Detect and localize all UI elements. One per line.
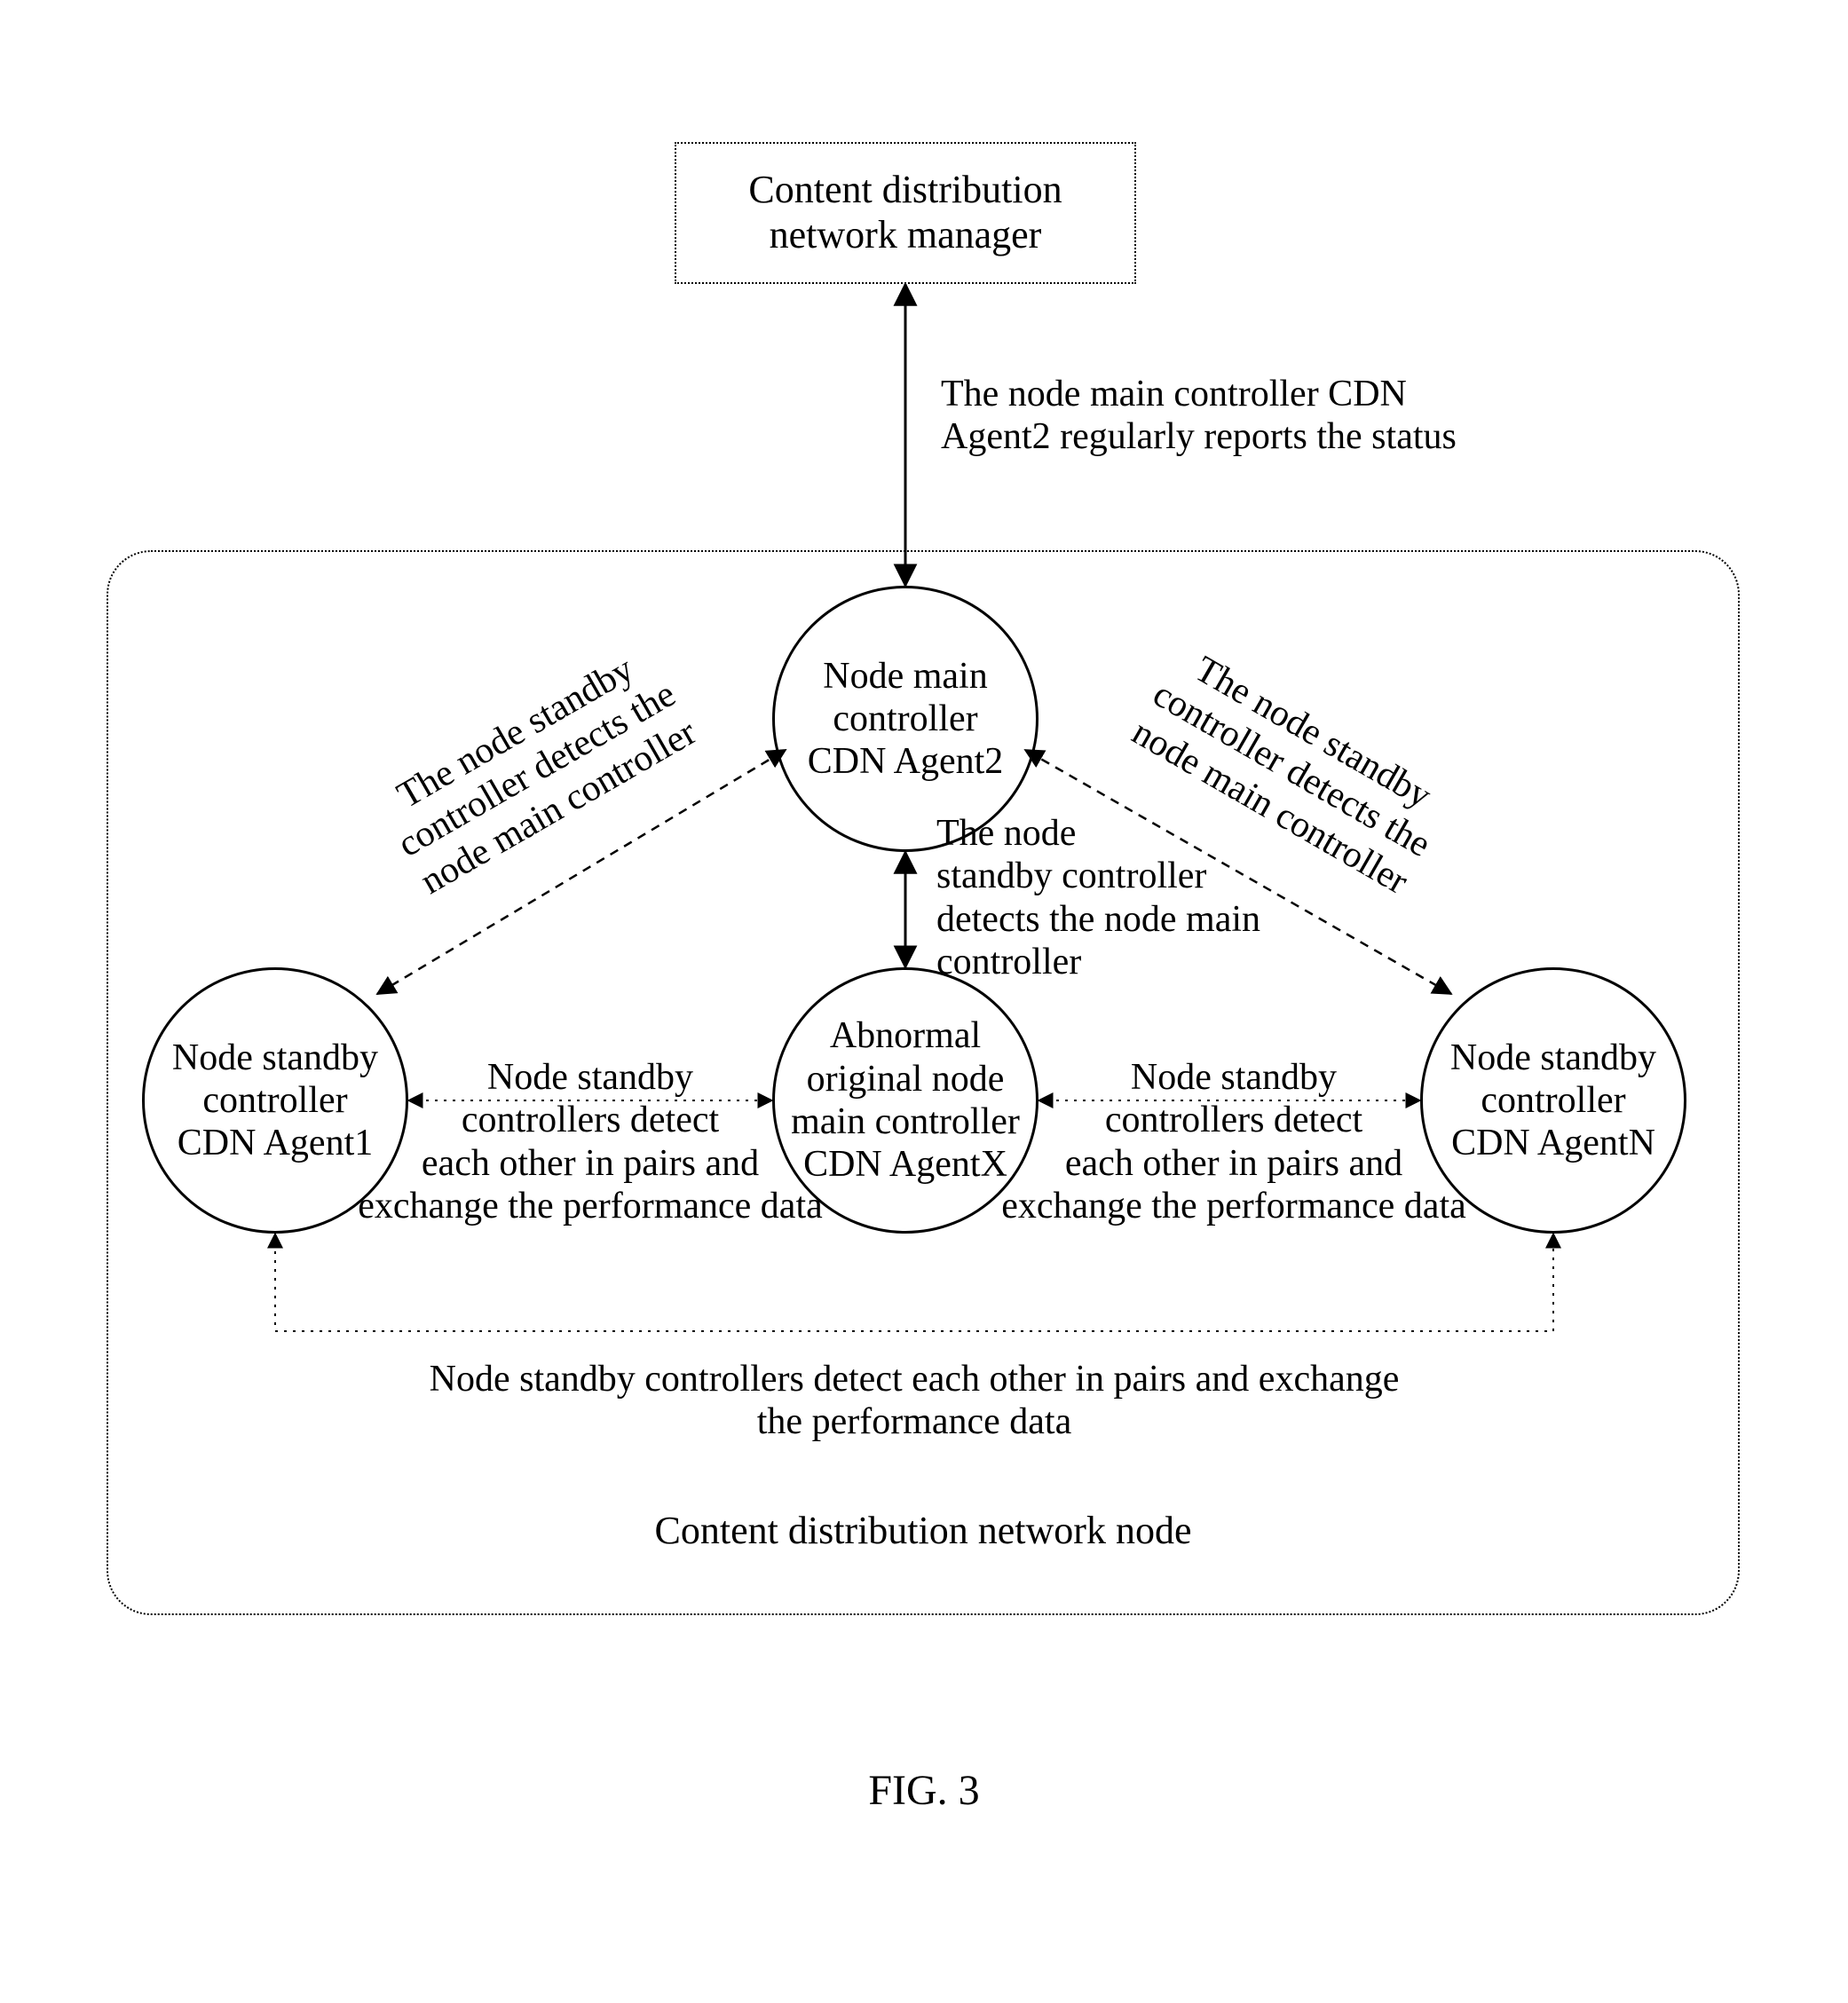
label-detect-center: The node standby controller detects the … — [936, 812, 1309, 983]
node-main-label: Node main controller CDN Agent2 — [808, 655, 1004, 784]
diagram-canvas: Content distribution network manager Nod… — [0, 0, 1848, 2003]
manager-label: Content distribution network manager — [748, 168, 1062, 257]
figure-caption-text: FIG. 3 — [868, 1767, 979, 1814]
label-node-box: Content distribution network node — [479, 1509, 1367, 1554]
label-detect-center-text: The node standby controller detects the … — [936, 813, 1260, 982]
label-pair-bottom: Node standby controllers detect each oth… — [337, 1358, 1491, 1444]
figure-caption: FIG. 3 — [0, 1766, 1848, 1815]
label-report: The node main controller CDN Agent2 regu… — [941, 373, 1580, 459]
label-pair-right-text: Node standby controllers detect each oth… — [1001, 1057, 1466, 1226]
label-pair-left: Node standby controllers detect each oth… — [342, 1056, 839, 1227]
label-pair-left-text: Node standby controllers detect each oth… — [358, 1057, 823, 1226]
label-report-text: The node main controller CDN Agent2 regu… — [941, 374, 1457, 457]
label-pair-right: Node standby controllers detect each oth… — [985, 1056, 1482, 1227]
manager-box: Content distribution network manager — [675, 142, 1136, 284]
label-pair-bottom-text: Node standby controllers detect each oth… — [430, 1359, 1400, 1442]
label-node-box-text: Content distribution network node — [655, 1509, 1192, 1552]
